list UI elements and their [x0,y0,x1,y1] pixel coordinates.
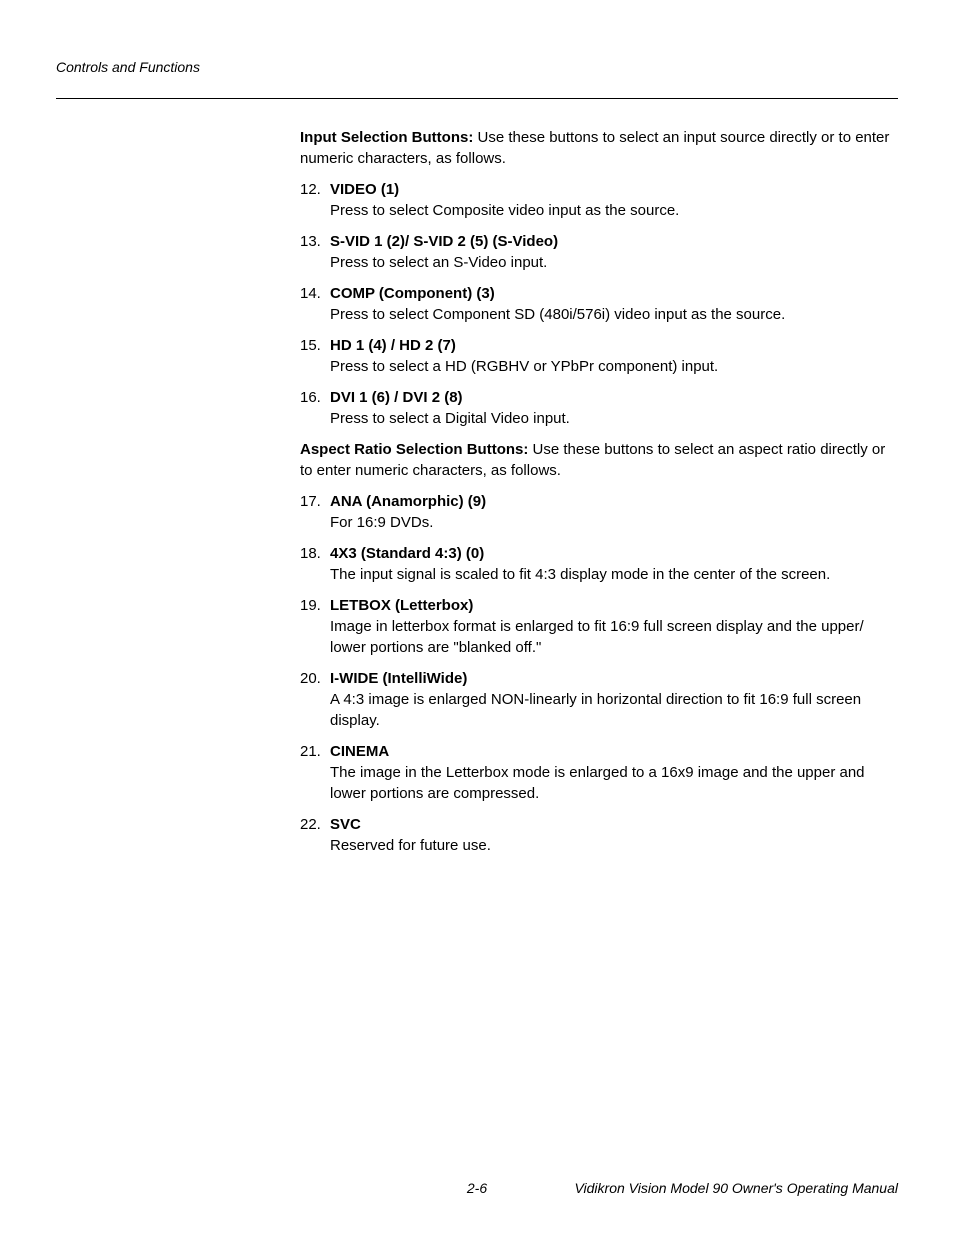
item-title: HD 1 (4) / HD 2 (7) [330,337,456,354]
item-title: I-WIDE (IntelliWide) [330,670,467,687]
list-item: 13. S-VID 1 (2)/ S-VID 2 (5) (S-Video) P… [300,231,898,273]
item-desc: Press to select a Digital Video input. [330,408,898,429]
list-item: 14. COMP (Component) (3) Press to select… [300,283,898,325]
footer-manual-title: Vidikron Vision Model 90 Owner's Operati… [574,1179,898,1199]
item-number: 21. [300,741,321,762]
list-item: 18. 4X3 (Standard 4:3) (0) The input sig… [300,543,898,585]
item-desc: A 4:3 image is enlarged NON-linearly in … [330,689,898,731]
item-desc: For 16:9 DVDs. [330,512,898,533]
item-number: 18. [300,543,321,564]
input-selection-list: 12. VIDEO (1) Press to select Composite … [300,179,898,429]
item-desc: Press to select Component SD (480i/576i)… [330,304,898,325]
item-number: 14. [300,283,321,304]
intro2-bold: Aspect Ratio Selection Buttons: [300,441,528,458]
item-desc: The image in the Letterbox mode is enlar… [330,762,898,804]
item-desc: Press to select Composite video input as… [330,200,898,221]
item-number: 13. [300,231,321,252]
page-content: Input Selection Buttons: Use these butto… [300,127,898,856]
page-footer: 2-6 Vidikron Vision Model 90 Owner's Ope… [56,1179,898,1199]
item-title: SVC [330,816,361,833]
item-number: 19. [300,595,321,616]
item-desc: Image in letterbox format is enlarged to… [330,616,898,658]
list-item: 20. I-WIDE (IntelliWide) A 4:3 image is … [300,668,898,731]
intro-paragraph-2: Aspect Ratio Selection Buttons: Use thes… [300,439,898,481]
list-item: 21. CINEMA The image in the Letterbox mo… [300,741,898,804]
item-number: 17. [300,491,321,512]
item-desc: Press to select a HD (RGBHV or YPbPr com… [330,356,898,377]
item-number: 16. [300,387,321,408]
item-title: ANA (Anamorphic) (9) [330,493,486,510]
item-title: S-VID 1 (2)/ S-VID 2 (5) (S-Video) [330,233,558,250]
aspect-ratio-list: 17. ANA (Anamorphic) (9) For 16:9 DVDs. … [300,491,898,856]
item-number: 15. [300,335,321,356]
item-title: CINEMA [330,743,389,760]
list-item: 19. LETBOX (Letterbox) Image in letterbo… [300,595,898,658]
item-number: 20. [300,668,321,689]
header-rule [56,98,898,99]
list-item: 12. VIDEO (1) Press to select Composite … [300,179,898,221]
list-item: 16. DVI 1 (6) / DVI 2 (8) Press to selec… [300,387,898,429]
page-header-section: Controls and Functions [56,58,898,78]
item-title: VIDEO (1) [330,181,399,198]
list-item: 15. HD 1 (4) / HD 2 (7) Press to select … [300,335,898,377]
item-title: COMP (Component) (3) [330,285,495,302]
item-title: LETBOX (Letterbox) [330,597,473,614]
item-desc: Reserved for future use. [330,835,898,856]
item-desc: The input signal is scaled to fit 4:3 di… [330,564,898,585]
intro-paragraph-1: Input Selection Buttons: Use these butto… [300,127,898,169]
item-number: 12. [300,179,321,200]
footer-spacer [56,1179,57,1199]
footer-page-number: 2-6 [467,1179,487,1199]
intro1-bold: Input Selection Buttons: [300,129,473,146]
item-number: 22. [300,814,321,835]
list-item: 22. SVC Reserved for future use. [300,814,898,856]
item-title: DVI 1 (6) / DVI 2 (8) [330,389,463,406]
item-title: 4X3 (Standard 4:3) (0) [330,545,484,562]
item-desc: Press to select an S-Video input. [330,252,898,273]
list-item: 17. ANA (Anamorphic) (9) For 16:9 DVDs. [300,491,898,533]
